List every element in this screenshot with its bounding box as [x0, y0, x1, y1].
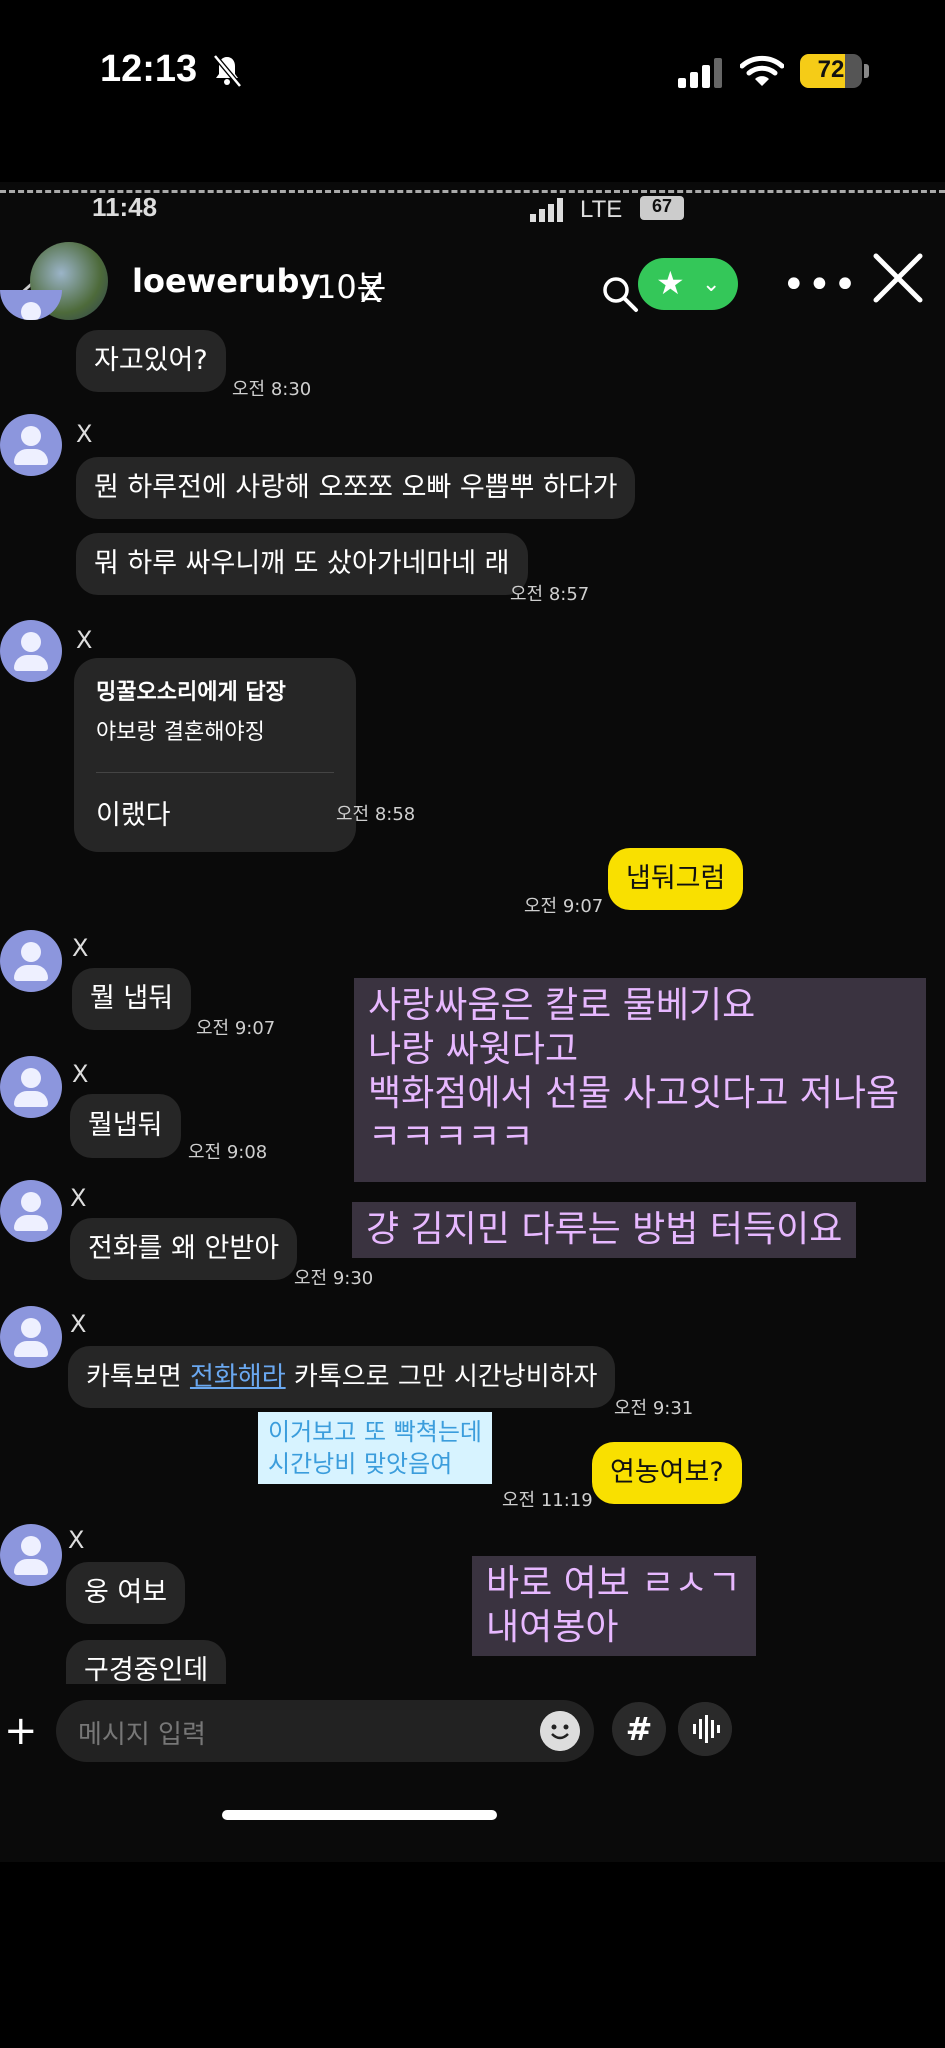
avatar[interactable] — [0, 1524, 62, 1586]
message-text: 카톡으로 그만 시간낭비하자 — [293, 1362, 598, 1392]
avatar[interactable] — [0, 1306, 62, 1368]
star-icon: ★ — [656, 264, 685, 302]
chat-username[interactable]: loeweruby — [132, 262, 320, 300]
overlay-note: 걍 김지민 다루는 방법 터득이요 — [352, 1202, 857, 1258]
avatar[interactable] — [0, 930, 62, 992]
reply-divider — [96, 772, 334, 773]
overlay-note: 바로 여보 ㄹㅅㄱ 내여봉아 — [472, 1556, 756, 1656]
message-bubble: 뭘 냅둬 — [72, 968, 192, 1030]
message-time: 오전 9:30 — [294, 1268, 374, 1289]
cell-signal-icon — [678, 58, 722, 88]
reply-message-card: 밍꿀오소리에게 답장 야보랑 결혼해야징 이랬다 — [74, 658, 356, 852]
my-message-bubble: 냅둬그럼 — [608, 848, 744, 910]
reply-quote: 야보랑 결혼해야징 — [96, 720, 265, 745]
sender-name: X — [76, 626, 93, 654]
message-input-placeholder: 메시지 입력 — [78, 1720, 206, 1750]
voice-input-icon[interactable] — [678, 1702, 732, 1756]
hashtag-button[interactable]: # — [612, 1702, 666, 1756]
sender-name: X — [76, 420, 93, 448]
inner-status-time: 11:48 — [92, 192, 158, 222]
message-time: 오전 8:57 — [510, 584, 590, 605]
message-time: 오전 9:08 — [188, 1142, 268, 1163]
message-bubble: 뭘냅둬 — [70, 1094, 181, 1158]
add-attachment-button[interactable]: + — [4, 1708, 38, 1754]
battery-nub — [864, 64, 869, 78]
active-since-mark: X — [360, 272, 382, 310]
note-line: 나랑 싸웟다고 — [368, 1029, 579, 1070]
message-time: 오전 9:31 — [614, 1398, 694, 1419]
sender-name: X — [70, 1310, 87, 1338]
home-indicator[interactable] — [222, 1810, 497, 1820]
message-time: 오전 8:58 — [336, 804, 416, 825]
inner-network-label: LTE — [580, 196, 623, 223]
inner-battery: 67 — [640, 196, 684, 220]
message-input[interactable]: 메시지 입력 — [56, 1700, 594, 1762]
reply-title: 밍꿀오소리에게 답장 — [96, 680, 286, 705]
avatar[interactable] — [0, 1056, 62, 1118]
close-icon[interactable] — [870, 250, 926, 306]
status-time: 12:13 — [100, 48, 198, 90]
note-line: ㅋㅋㅋㅋㅋ — [368, 1117, 534, 1158]
note-line: 시간낭비 맞앗음여 — [268, 1450, 453, 1478]
message-bubble: 구경중인데 — [66, 1640, 227, 1684]
sender-name: X — [72, 934, 89, 962]
message-time: 오전 9:07 — [196, 1018, 276, 1039]
battery-indicator: 72 — [800, 54, 862, 88]
message-link[interactable]: 전화해라 — [190, 1362, 286, 1392]
note-line: 내여봉아 — [486, 1607, 619, 1648]
wifi-icon — [740, 55, 784, 86]
message-bubble: 카톡보면 전화해라 카톡으로 그만 시간낭비하자 — [68, 1346, 616, 1408]
bell-muted-icon — [213, 54, 242, 88]
inner-signal-icon — [530, 198, 563, 222]
message-bubble: 자고있어? — [76, 330, 226, 392]
more-options-icon[interactable]: ••• — [782, 262, 859, 308]
battery-percent: 72 — [817, 56, 845, 83]
favorite-button[interactable]: ★ ⌄ — [638, 258, 738, 310]
sender-name: X — [72, 1060, 89, 1088]
message-bubble: 뭔 하루전에 사랑해 오쪼쪼 오빠 우쁩뿌 하다가 — [76, 457, 636, 519]
avatar[interactable] — [0, 414, 62, 476]
message-bubble: 전화를 왜 안받아 — [70, 1218, 298, 1280]
reply-text: 이랬다 — [96, 800, 171, 831]
overlay-note-blue: 이거보고 또 빡쳑는데 시간낭비 맞앗음여 — [258, 1412, 492, 1484]
my-message-bubble: 연농여보? — [592, 1442, 742, 1504]
note-line: 이거보고 또 빡쳑는데 — [268, 1418, 482, 1446]
note-line: 사랑싸움은 칼로 물베기요 — [368, 985, 756, 1026]
chevron-down-icon: ⌄ — [702, 272, 721, 297]
message-time: 오전 9:07 — [524, 896, 604, 917]
sender-name: X — [68, 1526, 85, 1554]
sender-name: X — [70, 1184, 87, 1212]
note-line: 바로 여보 ㄹㅅㄱ — [486, 1563, 741, 1604]
search-icon[interactable] — [600, 274, 640, 314]
emoji-icon[interactable] — [540, 1711, 580, 1751]
message-time: 오전 11:19 — [502, 1490, 593, 1511]
message-bubble: 뭐 하루 싸우니깨 또 샀아가네마네 래 — [76, 533, 528, 595]
note-line: 백화점에서 선물 사고잇다고 저나옴 — [368, 1073, 900, 1114]
message-text: 카톡보면 — [86, 1362, 182, 1392]
message-time: 오전 8:30 — [232, 379, 312, 400]
overlay-note: 사랑싸움은 칼로 물베기요 나랑 싸웟다고 백화점에서 선물 사고잇다고 저나옴… — [354, 978, 926, 1182]
message-bubble: 웅 여보 — [66, 1562, 186, 1624]
avatar[interactable] — [0, 620, 62, 682]
avatar[interactable] — [0, 1180, 62, 1242]
